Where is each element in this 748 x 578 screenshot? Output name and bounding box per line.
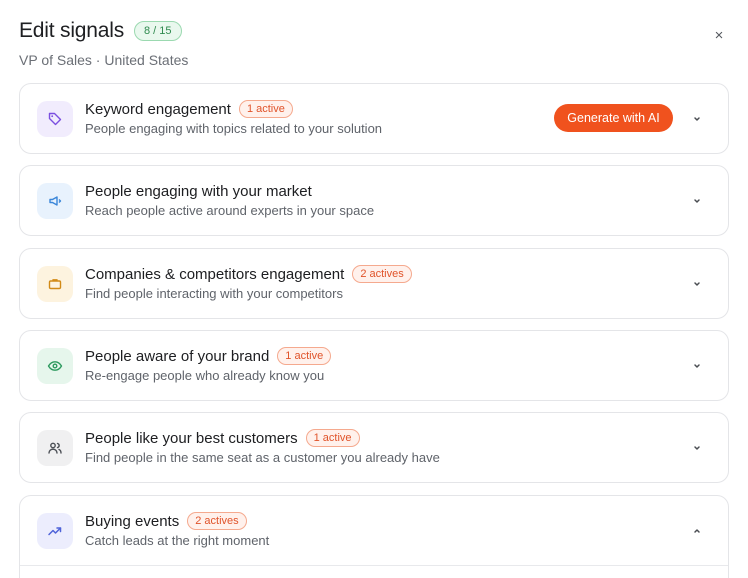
signal-card-buying-events[interactable]: Buying events 2 actives Catch leads at t… — [19, 495, 729, 578]
chevron-down-icon[interactable] — [688, 110, 706, 128]
modal-header: Edit signals 8 / 15 — [19, 18, 182, 44]
signal-card-best-customers[interactable]: People like your best customers 1 active… — [19, 412, 729, 483]
active-badge: 1 active — [305, 429, 360, 447]
chevron-down-icon[interactable] — [688, 192, 706, 210]
signal-title: Companies & competitors engagement — [85, 265, 345, 283]
signal-description: Find people in the same seat as a custom… — [85, 450, 440, 465]
active-badge: 2 actives — [187, 512, 247, 530]
chevron-down-icon[interactable] — [688, 357, 706, 375]
signal-description: Re-engage people who already know you — [85, 368, 325, 383]
signal-description: Find people interacting with your compet… — [85, 286, 343, 301]
signal-title: People engaging with your market — [85, 182, 312, 200]
active-badge: 1 active — [277, 347, 332, 365]
users-icon — [37, 430, 73, 466]
card-divider — [20, 565, 728, 566]
chevron-down-icon[interactable] — [688, 439, 706, 457]
tag-icon — [37, 101, 73, 137]
active-badge: 1 active — [238, 100, 293, 118]
signal-count-badge: 8 / 15 — [134, 21, 182, 41]
signal-title: People aware of your brand — [85, 347, 270, 365]
chevron-down-icon[interactable] — [688, 275, 706, 293]
signal-title: People like your best customers — [85, 429, 298, 447]
signal-description: People engaging with topics related to y… — [85, 121, 383, 136]
signal-description: Catch leads at the right moment — [85, 533, 270, 548]
active-badge: 2 actives — [352, 265, 412, 283]
signal-title: Keyword engagement — [85, 100, 231, 118]
signal-title: Buying events — [85, 512, 180, 530]
signal-card-keyword-engagement[interactable]: Keyword engagement 1 active People engag… — [19, 83, 729, 154]
persona-subtitle: VP of Sales · United States — [19, 52, 189, 68]
briefcase-icon — [37, 266, 73, 302]
page-title: Edit signals — [19, 19, 124, 42]
megaphone-icon — [37, 183, 73, 219]
signal-description: Reach people active around experts in yo… — [85, 203, 375, 218]
chevron-up-icon[interactable] — [688, 522, 706, 540]
trending-up-icon — [37, 513, 73, 549]
close-icon[interactable]: × — [710, 26, 728, 44]
generate-with-ai-button[interactable]: Generate with AI — [554, 104, 673, 132]
signal-card-market-engagement[interactable]: People engaging with your market Reach p… — [19, 165, 729, 236]
signal-card-brand-awareness[interactable]: People aware of your brand 1 active Re-e… — [19, 330, 729, 401]
signal-card-competitors-engagement[interactable]: Companies & competitors engagement 2 act… — [19, 248, 729, 319]
eye-icon — [37, 348, 73, 384]
